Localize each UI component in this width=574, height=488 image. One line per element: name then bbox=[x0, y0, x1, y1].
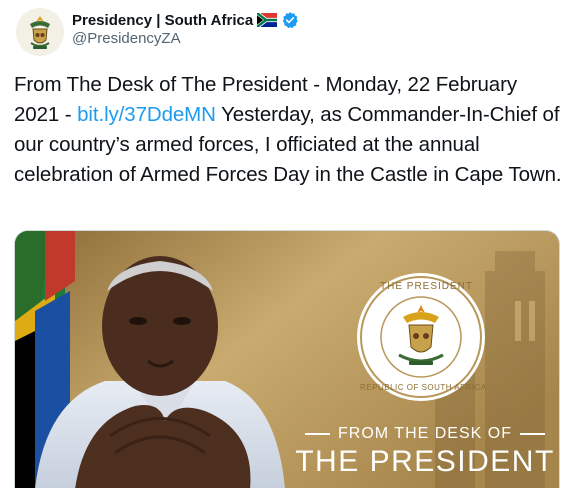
author-name-row[interactable]: Presidency | South Africa bbox=[72, 9, 299, 31]
verified-badge-icon bbox=[281, 11, 299, 29]
avatar[interactable] bbox=[16, 8, 64, 56]
tweet-text: From The Desk of The President - Monday,… bbox=[14, 70, 566, 190]
banner-rule-right bbox=[519, 433, 545, 435]
seal-bottom-text: REPUBLIC OF SOUTH AFRICA bbox=[360, 383, 487, 392]
banner-rule-left bbox=[305, 433, 331, 435]
banner-line-2: THE PRESIDENT bbox=[295, 445, 555, 478]
coat-of-arms-avatar bbox=[16, 8, 64, 56]
banner-line-1-text: FROM THE DESK OF bbox=[338, 425, 512, 442]
banner-line-1: FROM THE DESK OF bbox=[305, 423, 545, 445]
handle[interactable]: @PresidencyZA bbox=[72, 30, 181, 47]
tweet-media-image[interactable]: THE PRESIDENT REPUBLIC OF SOUTH AFRICA F… bbox=[14, 230, 560, 488]
display-name[interactable]: Presidency | South Africa bbox=[72, 12, 253, 29]
south-africa-flag-icon bbox=[255, 11, 278, 29]
tweet-link[interactable]: bit.ly/37DdeMN bbox=[77, 103, 216, 126]
seal-top-text: THE PRESIDENT bbox=[380, 281, 474, 292]
